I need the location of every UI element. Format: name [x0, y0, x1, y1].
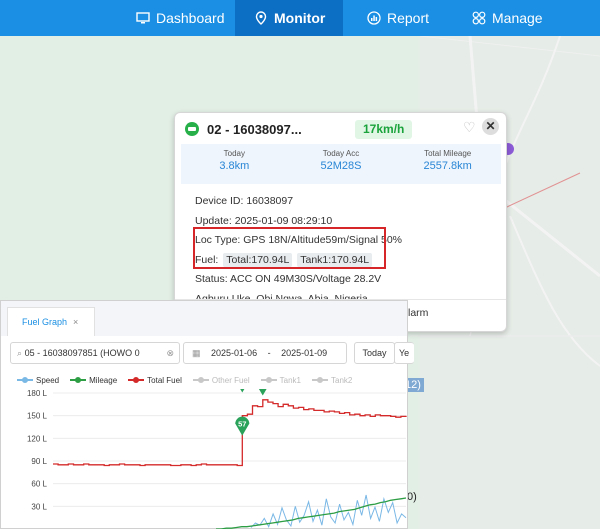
stat-value: 52M28S: [320, 160, 362, 172]
legend-item[interactable]: Mileage: [70, 376, 117, 385]
search-icon: ⌕: [17, 348, 23, 358]
y-tick-label: 120 L: [27, 434, 48, 443]
nav-label: Dashboard: [156, 10, 225, 26]
legend-label: Speed: [36, 375, 60, 385]
nav-item-report[interactable]: Report: [367, 0, 447, 36]
map-cluster-label: 0): [407, 491, 417, 503]
y-tick-label: 30 L: [31, 502, 47, 511]
tab-label: Fuel Graph: [22, 317, 68, 327]
nav-item-monitor[interactable]: Monitor: [235, 0, 343, 36]
clear-icon[interactable]: ⊗: [166, 343, 174, 363]
date-range-picker[interactable]: ▦ 2025-01-06 - 2025-01-09: [183, 342, 347, 364]
y-tick-label: 90 L: [31, 457, 47, 466]
nav-item-dashboard[interactable]: Dashboard: [136, 0, 234, 36]
legend-item[interactable]: Total Fuel: [128, 376, 182, 385]
date-end: 2025-01-09: [281, 348, 328, 358]
tab-close-icon[interactable]: ×: [73, 317, 78, 327]
date-start: 2025-01-06: [211, 348, 258, 358]
y-tick-label: 60 L: [31, 480, 47, 489]
legend-label: Tank1: [279, 375, 301, 385]
stat-value: 2557.8km: [423, 160, 472, 172]
top-navigation: Dashboard Monitor Report Manage: [0, 0, 600, 36]
fuel-event-marker: [240, 389, 245, 393]
series-total-fuel: [53, 399, 407, 467]
stat-label: Today: [223, 149, 246, 158]
tab-fuel-graph[interactable]: Fuel Graph ×: [7, 307, 95, 336]
today-button[interactable]: Today: [354, 342, 395, 364]
tab-bar: Fuel Graph ×: [1, 301, 407, 336]
stat-label: Today Acc: [322, 149, 360, 158]
legend-marker: [192, 376, 209, 384]
legend-marker: [70, 376, 87, 384]
legend-marker: [260, 376, 277, 384]
date-separator: -: [267, 348, 271, 358]
legend-item[interactable]: Other Fuel: [192, 375, 250, 385]
fuel-highlight-box: [193, 227, 386, 269]
y-tick-label: 180 L: [27, 389, 48, 398]
stat-value: 3.8km: [219, 160, 250, 172]
fuel-event-label: 57: [238, 420, 246, 429]
legend-item[interactable]: Speed: [17, 376, 59, 385]
vehicle-info-popup: 02 - 16038097... 17km/h ♡ ✕ Today 3.8km …: [174, 112, 507, 332]
y-tick-label: 150 L: [27, 412, 48, 421]
nav-item-manage[interactable]: Manage: [472, 0, 562, 36]
device-select-value: 05 - 16038097851 (HOWO 0: [24, 348, 140, 358]
fuel-event-marker: [258, 389, 267, 396]
speed-badge: 17km/h: [355, 120, 413, 139]
vehicle-name[interactable]: 02 - 16038097...: [207, 122, 302, 137]
legend-marker: [17, 376, 33, 384]
nav-label: Monitor: [274, 10, 326, 26]
stat-today-acc: Today Acc 52M28S: [288, 144, 395, 184]
stat-label: Total Mileage: [424, 149, 472, 158]
location-pin-icon: [255, 11, 267, 25]
legend-label: Other Fuel: [211, 375, 250, 385]
vehicle-status: Status: ACC ON 49M30S/Voltage 28.2V: [195, 273, 382, 285]
legend-marker: [128, 376, 145, 384]
legend-item[interactable]: Tank2: [312, 376, 352, 385]
legend-label: Tank2: [331, 375, 353, 385]
device-id: Device ID: 16038097: [195, 195, 294, 207]
bar-chart-icon: [367, 11, 381, 25]
legend-label: Mileage: [89, 375, 118, 385]
monitor-screen-icon: [136, 12, 150, 24]
calendar-icon: ▦: [192, 348, 201, 358]
fuel-graph-panel: Fuel Graph × ⌕ 05 - 16038097851 (HOWO 0 ⊗…: [0, 300, 414, 529]
fuel-chart[interactable]: 180 L150 L120 L90 L60 L30 L331357: [1, 389, 407, 529]
stat-today: Today 3.8km: [181, 144, 288, 184]
favorite-heart-icon[interactable]: ♡: [463, 119, 479, 135]
trip-stats: Today 3.8km Today Acc 52M28S Total Milea…: [181, 144, 501, 184]
chart-legend: Speed Mileage Total Fuel Other Fuel Tank1 Tan…: [17, 374, 352, 386]
grid-icon: [472, 11, 486, 25]
vehicle-status-icon: [185, 122, 199, 136]
stat-total-mileage: Total Mileage 2557.8km: [394, 144, 501, 184]
legend-marker: [312, 376, 328, 384]
legend-label: Total Fuel: [147, 375, 182, 385]
popup-header: 02 - 16038097... 17km/h ♡ ✕: [175, 113, 506, 147]
yesterday-button[interactable]: Ye: [394, 342, 414, 364]
close-icon[interactable]: ✕: [482, 118, 499, 135]
nav-label: Manage: [492, 10, 543, 26]
legend-item[interactable]: Tank1: [260, 375, 301, 385]
device-select[interactable]: ⌕ 05 - 16038097851 (HOWO 0 ⊗: [10, 342, 180, 364]
nav-label: Report: [387, 10, 430, 26]
